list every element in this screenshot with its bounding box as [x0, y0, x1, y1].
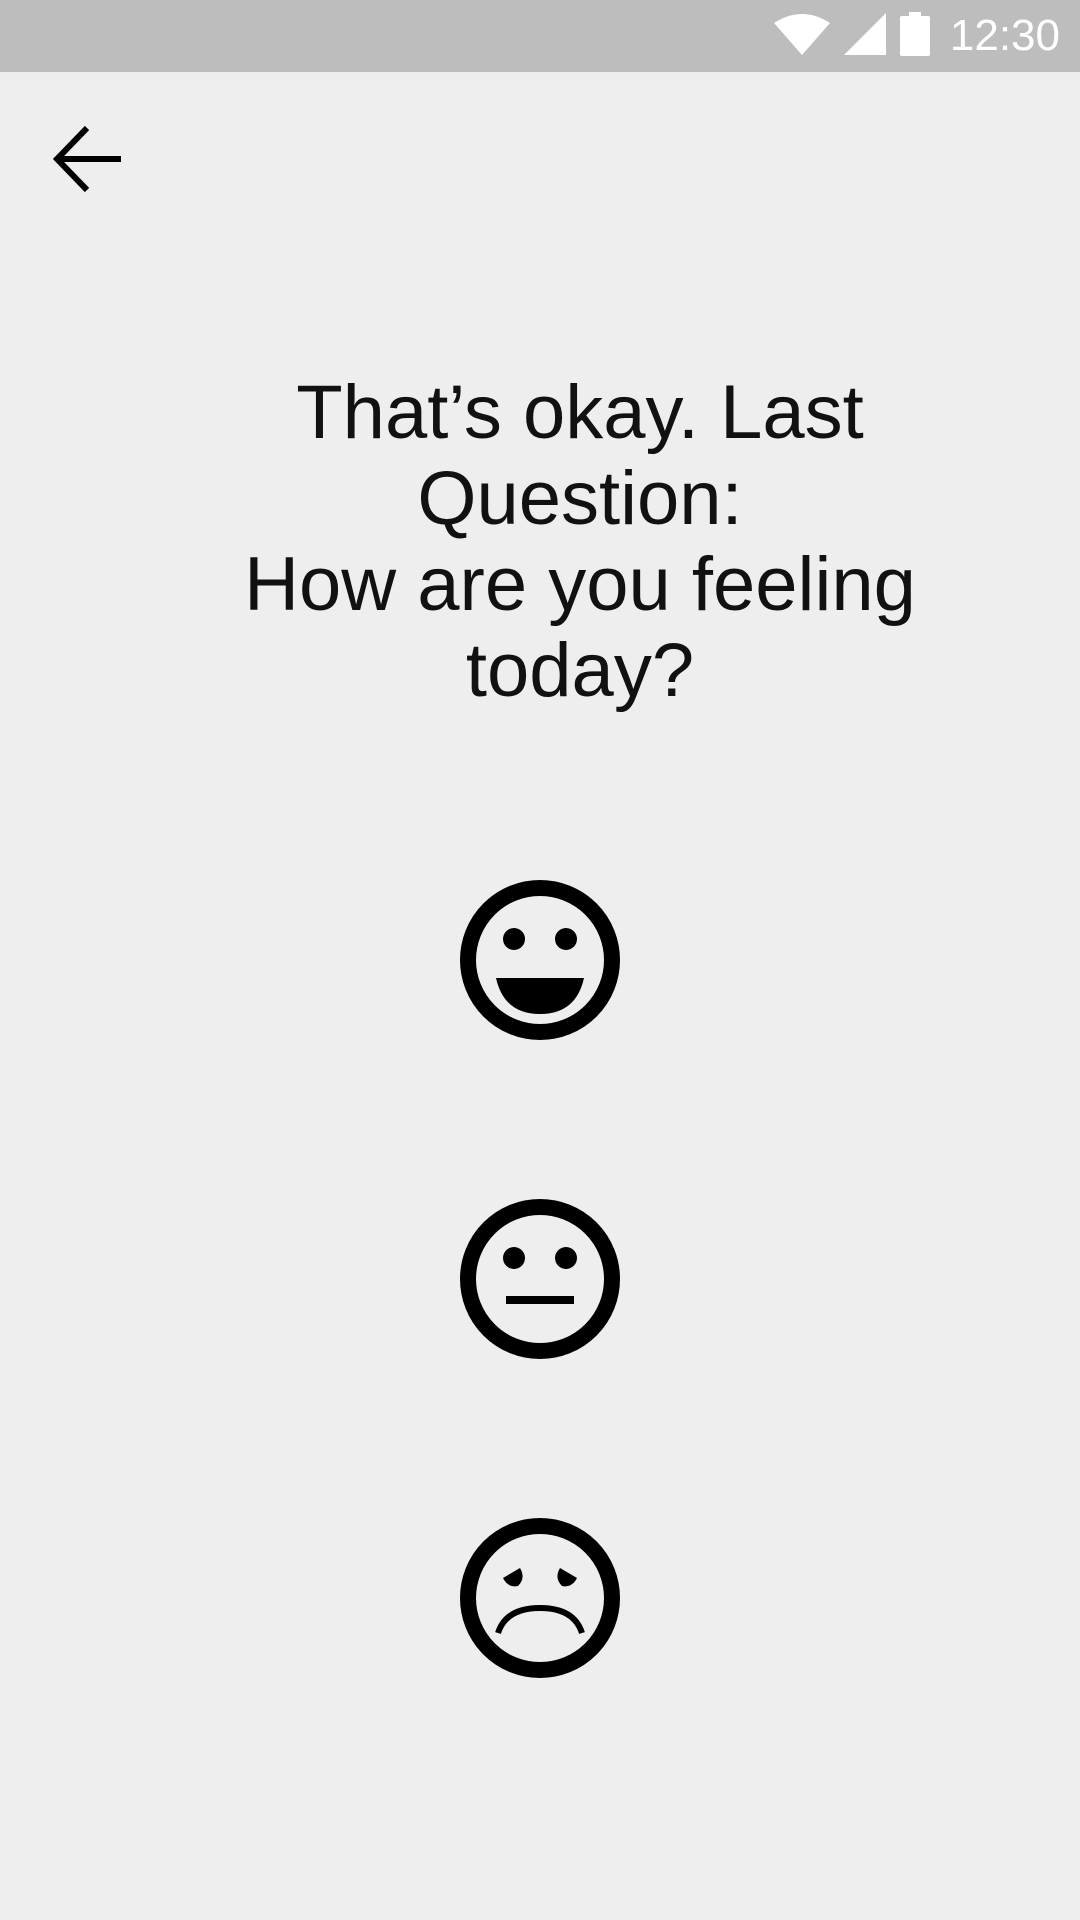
status-bar: 12:30 — [0, 0, 1080, 72]
question-line-1: That’s okay. Last Question: — [296, 370, 864, 541]
happy-face-icon — [458, 878, 622, 1042]
back-button[interactable] — [40, 113, 136, 209]
status-icons: 12:30 — [773, 0, 1060, 72]
arrow-left-icon — [52, 124, 123, 199]
wifi-icon — [773, 13, 830, 60]
sad-face-icon — [458, 1516, 622, 1680]
mood-option-happy[interactable] — [458, 878, 622, 1042]
question-line-2: How are you feeling today? — [244, 542, 916, 713]
mood-option-sad[interactable] — [458, 1516, 622, 1680]
neutral-face-icon — [458, 1197, 622, 1361]
cellular-signal-icon — [843, 12, 886, 60]
status-time: 12:30 — [949, 11, 1060, 60]
question-text: That’s okay. Last Question: How are you … — [140, 370, 1020, 714]
battery-icon — [899, 11, 930, 61]
mood-option-neutral[interactable] — [458, 1197, 622, 1361]
